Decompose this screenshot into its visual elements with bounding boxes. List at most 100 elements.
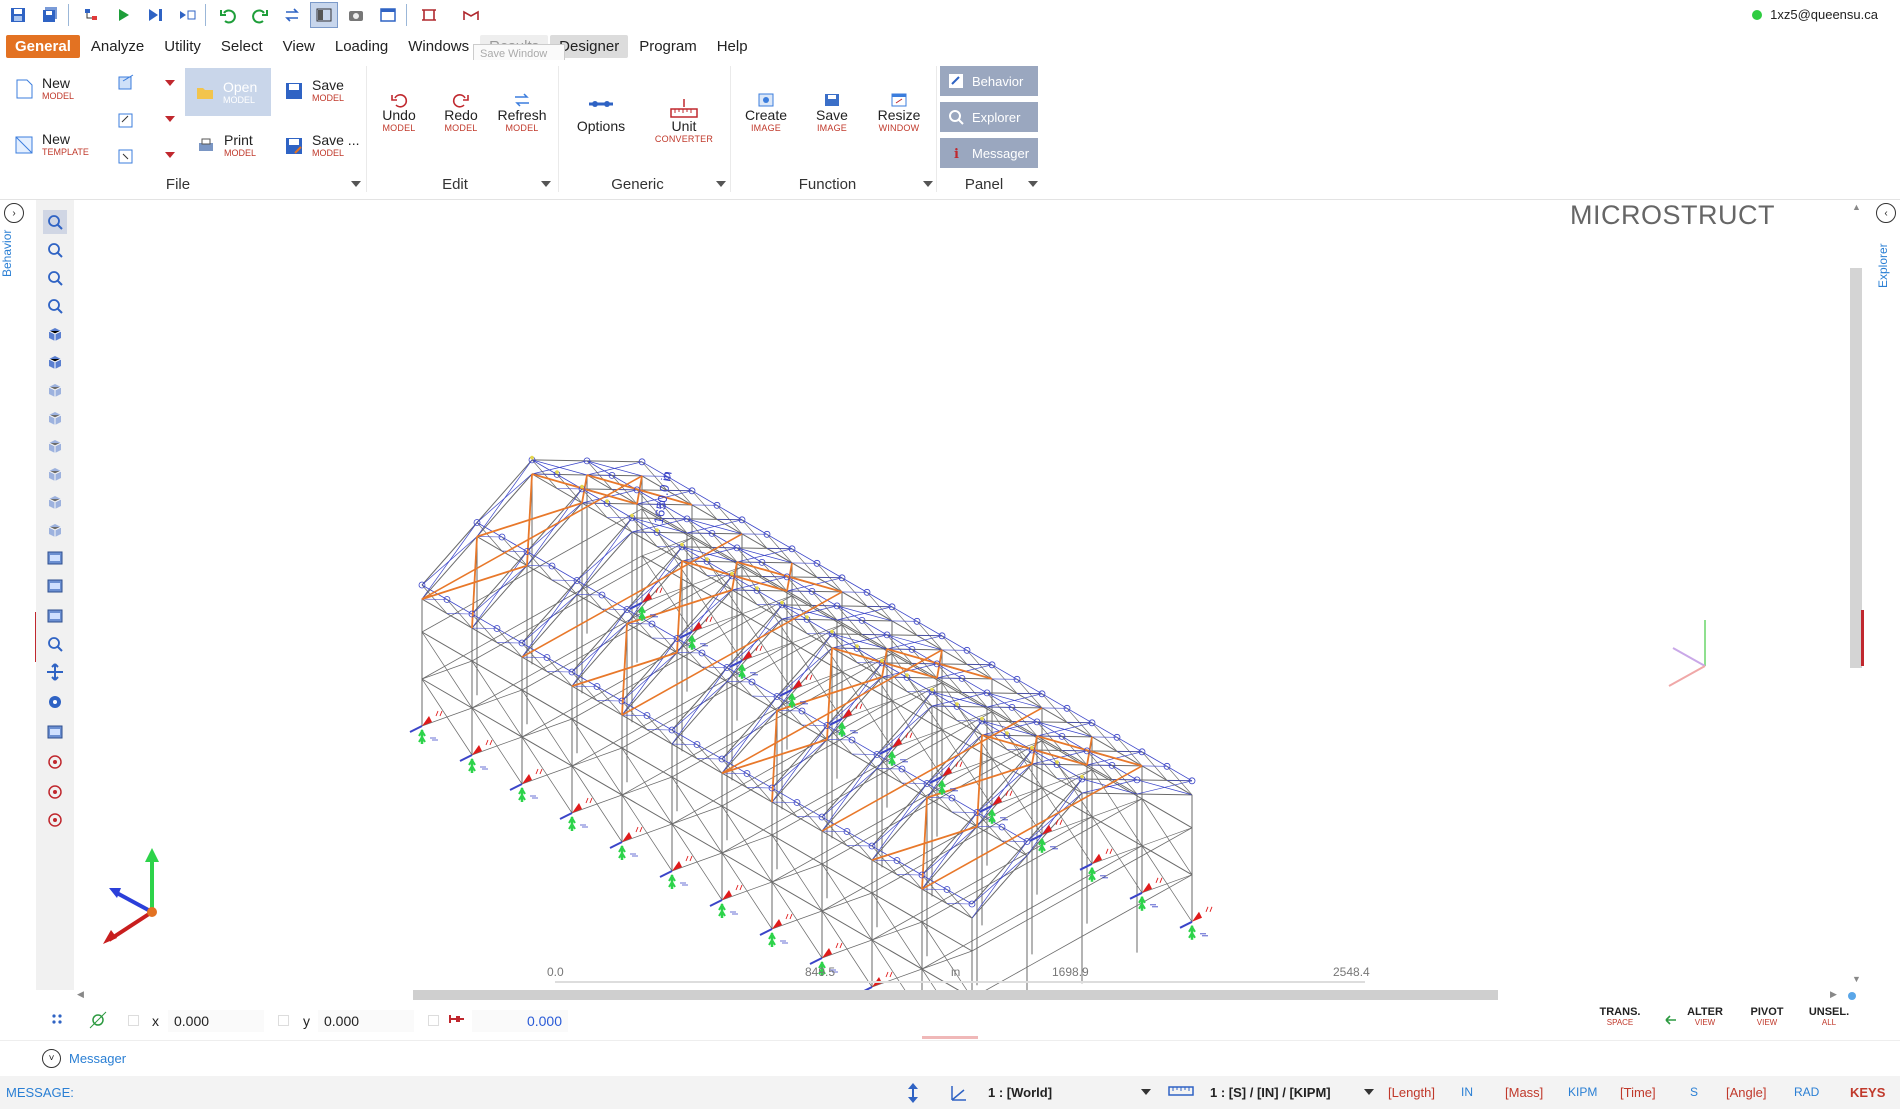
x-coordinate-input[interactable]: 0.000 <box>168 1010 264 1032</box>
horizontal-scrollbar[interactable]: ◀ ▶ <box>75 988 1845 1002</box>
refresh-model-button[interactable]: Refresh MODEL <box>496 82 548 142</box>
frame-member[interactable] <box>1026 792 1083 842</box>
support-icon[interactable] <box>709 884 743 918</box>
frame-member[interactable] <box>626 546 683 610</box>
display-settings-icon[interactable] <box>43 546 67 570</box>
frame-member[interactable] <box>421 600 478 633</box>
frame-member[interactable] <box>671 681 728 745</box>
frame-member[interactable] <box>531 586 588 618</box>
open-model-button[interactable]: Open MODEL <box>185 68 271 116</box>
support-icon[interactable] <box>459 739 493 773</box>
copy-model-icon[interactable] <box>115 73 137 100</box>
frame-member[interactable] <box>1006 749 1033 751</box>
save-image-button[interactable]: Save IMAGE <box>806 82 858 142</box>
frame-member[interactable] <box>971 855 1028 919</box>
vertical-arrows-icon[interactable] <box>906 1082 920 1107</box>
menu-windows[interactable]: Windows <box>399 35 478 58</box>
view-left-icon[interactable] <box>43 378 67 402</box>
zoom-out-icon[interactable] <box>43 294 67 318</box>
frame-member[interactable] <box>1136 793 1193 796</box>
menu-program[interactable]: Program <box>630 35 706 58</box>
frame-member[interactable] <box>726 604 783 668</box>
trans-space-button[interactable]: TRANS. SPACE <box>1594 1006 1646 1028</box>
window-icon[interactable] <box>374 2 402 28</box>
menu-help[interactable]: Help <box>708 35 757 58</box>
frame-member[interactable] <box>821 754 878 818</box>
pick-point-icon[interactable] <box>88 1010 108 1035</box>
unit-converter-button[interactable]: Unit CONVERTER <box>652 88 716 152</box>
frame-member[interactable] <box>1081 858 1138 890</box>
frame-member[interactable] <box>671 776 723 854</box>
frame-member[interactable] <box>721 805 773 883</box>
export-icon[interactable] <box>115 146 137 173</box>
node-target-icon[interactable] <box>43 808 67 832</box>
frame-member[interactable] <box>1026 778 1083 842</box>
frame-member[interactable] <box>681 673 738 705</box>
frame-member[interactable] <box>676 589 733 639</box>
pivot-view-button[interactable]: PIVOT VIEW <box>1742 1006 1792 1028</box>
frame-member[interactable] <box>971 841 1028 905</box>
truss-icon[interactable] <box>415 2 443 28</box>
frame-member[interactable] <box>781 731 838 763</box>
pan-icon[interactable] <box>43 660 67 684</box>
frame-member[interactable] <box>631 644 688 676</box>
coordinate-system-select[interactable]: 1 : [World] <box>988 1085 1150 1100</box>
frame-member[interactable] <box>871 892 923 970</box>
generic-group-expand-icon[interactable] <box>716 181 726 187</box>
x-checkbox[interactable] <box>128 1015 139 1026</box>
new-template-button[interactable]: New TEMPLATE <box>14 132 89 157</box>
structure-model-3d[interactable]: 1650.0 in <box>75 200 1845 990</box>
frame-member[interactable] <box>1081 778 1138 795</box>
layout-icon[interactable] <box>310 2 338 28</box>
frame-member[interactable] <box>826 676 883 726</box>
frame-member[interactable] <box>521 689 573 767</box>
frame-member[interactable] <box>876 705 933 755</box>
frame-member[interactable] <box>621 747 673 825</box>
frame-member[interactable] <box>1141 798 1193 875</box>
support-icon[interactable] <box>559 797 593 831</box>
expand-explorer-icon[interactable]: ‹ <box>1876 203 1896 223</box>
panel-group-expand-icon[interactable] <box>1028 181 1038 187</box>
new-model-button[interactable]: New MODEL <box>14 76 74 101</box>
horizontal-scroll-thumb[interactable] <box>413 990 1498 1000</box>
model-tree-icon[interactable] <box>77 2 105 28</box>
save-all-icon[interactable] <box>36 2 64 28</box>
frame-member[interactable] <box>676 575 733 639</box>
frame-member[interactable] <box>1056 778 1083 780</box>
frame-member[interactable] <box>621 638 678 702</box>
frame-member[interactable] <box>586 460 643 463</box>
frame-member[interactable] <box>871 783 928 847</box>
frame-member[interactable] <box>926 720 983 784</box>
frame-member[interactable] <box>821 832 878 865</box>
zoom-in-icon[interactable] <box>43 266 67 290</box>
scroll-right-icon[interactable]: ▶ <box>1830 989 1837 1000</box>
frame-member[interactable] <box>471 660 523 738</box>
frame-member[interactable] <box>671 745 728 778</box>
frame-member[interactable] <box>571 718 623 796</box>
create-image-button[interactable]: Create IMAGE <box>740 82 792 142</box>
behavior-side-tab[interactable]: Behavior <box>0 230 28 290</box>
frame-member[interactable] <box>641 555 1193 876</box>
menu-general[interactable]: General <box>6 35 80 58</box>
arch-icon[interactable] <box>457 2 485 28</box>
menu-loading[interactable]: Loading <box>326 35 397 58</box>
frame-member[interactable] <box>1026 889 1083 921</box>
frame-member[interactable] <box>926 734 983 784</box>
frame-member[interactable] <box>921 890 978 923</box>
frame-member[interactable] <box>576 531 633 581</box>
frame-member[interactable] <box>576 517 633 581</box>
frame-member[interactable] <box>776 633 833 697</box>
render-icon[interactable] <box>43 574 67 598</box>
frame-member[interactable] <box>981 847 1038 879</box>
frame-member[interactable] <box>521 594 578 658</box>
view-bottom-icon[interactable] <box>43 462 67 486</box>
frame-member[interactable] <box>1026 936 1083 968</box>
snap-target-icon[interactable] <box>43 780 67 804</box>
frame-member[interactable] <box>871 861 928 894</box>
frame-member[interactable] <box>621 716 678 749</box>
frame-member[interactable] <box>521 658 578 691</box>
menu-view[interactable]: View <box>274 35 324 58</box>
save-as-button[interactable]: Save ... MODEL <box>284 133 359 158</box>
frame-member[interactable] <box>421 631 473 709</box>
unit-system-select[interactable]: 1 : [S] / [IN] / [KIPM] <box>1210 1085 1372 1100</box>
